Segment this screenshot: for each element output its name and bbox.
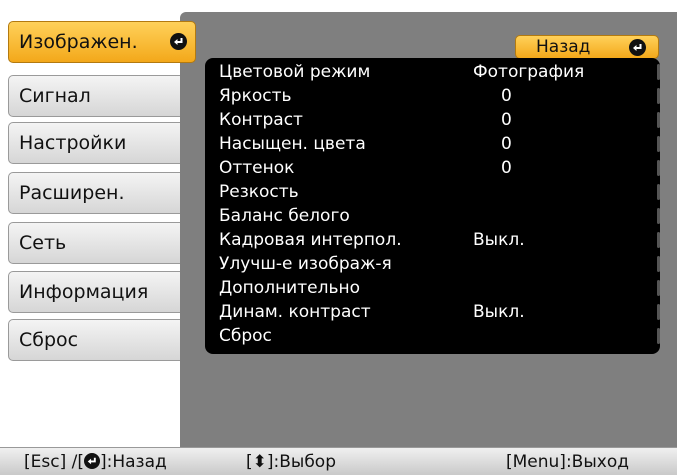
menu-item-value: Фотография: [473, 62, 585, 82]
back-hint: [Esc] /[ ]:Назад: [24, 452, 167, 472]
menu-item-dynamic-contrast[interactable]: Динам. контраст Выкл.: [205, 300, 660, 324]
menu-item-label: Улучш-е изображ-я: [219, 254, 392, 274]
menu-item-image-enhancement[interactable]: Улучш-е изображ-я: [205, 252, 660, 276]
tab-network[interactable]: Сеть: [8, 222, 194, 264]
menu-item-contrast[interactable]: Контраст 0: [205, 108, 660, 132]
menu-item-value: Выкл.: [473, 230, 525, 250]
menu-item-label: Цветовой режим: [219, 62, 371, 82]
menu-item-label: Яркость: [219, 86, 292, 106]
tab-image[interactable]: Изображен.: [8, 21, 196, 63]
menu-item-value: 0: [501, 86, 512, 106]
tab-reset-label: Сброс: [19, 329, 79, 351]
menu-item-white-balance[interactable]: Баланс белого: [205, 204, 660, 228]
menu-item-brightness[interactable]: Яркость 0: [205, 84, 660, 108]
tab-information-label: Информация: [19, 281, 149, 303]
menu-item-label: Дополнительно: [219, 278, 360, 298]
menu-item-label: Динам. контраст: [219, 302, 371, 322]
menu-item-sharpness[interactable]: Резкость: [205, 180, 660, 204]
menu-item-label: Резкость: [219, 182, 299, 202]
menu-item-tint[interactable]: Оттенок 0: [205, 156, 660, 180]
menu-item-value: Выкл.: [473, 302, 525, 322]
menu-item-saturation[interactable]: Насыщен. цвета 0: [205, 132, 660, 156]
menu-item-frame-interpolation[interactable]: Кадровая интерпол. Выкл.: [205, 228, 660, 252]
tab-image-label: Изображен.: [19, 31, 138, 53]
back-hint-suffix: ]:Назад: [99, 452, 167, 472]
tab-extended-label: Расширен.: [19, 182, 125, 204]
enter-icon: [629, 39, 646, 56]
footer-hint-bar: [Esc] /[ ]:Назад [⬍]:Выбор [Menu]:Выход: [0, 447, 677, 475]
enter-icon: [83, 453, 100, 469]
menu-item-value: 0: [501, 158, 512, 178]
menu-item-color-mode[interactable]: Цветовой режим Фотография: [205, 60, 660, 84]
back-button-label: Назад: [536, 37, 591, 57]
tab-settings[interactable]: Настройки: [8, 122, 194, 164]
menu-item-label: Кадровая интерпол.: [219, 230, 402, 250]
exit-hint: [Menu]:Выход: [506, 452, 629, 472]
menu-item-label: Насыщен. цвета: [219, 134, 366, 154]
tab-network-label: Сеть: [19, 232, 67, 254]
tab-signal[interactable]: Сигнал: [8, 75, 194, 117]
tab-signal-label: Сигнал: [19, 85, 91, 107]
menu-item-label: Оттенок: [219, 158, 295, 178]
back-button[interactable]: Назад: [515, 35, 659, 59]
tab-extended[interactable]: Расширен.: [8, 172, 194, 214]
menu-item-label: Баланс белого: [219, 206, 350, 226]
menu-item-value: 0: [501, 134, 512, 154]
tab-reset[interactable]: Сброс: [8, 319, 194, 361]
menu-item-value: 0: [501, 110, 512, 130]
menu-item-reset[interactable]: Сброс: [205, 324, 660, 348]
enter-icon: [170, 33, 187, 50]
back-hint-prefix: [Esc] /[: [24, 452, 84, 472]
menu-item-label: Контраст: [219, 110, 303, 130]
tab-settings-label: Настройки: [19, 132, 127, 154]
settings-list: Цветовой режим Фотография Яркость 0 Конт…: [205, 58, 660, 354]
menu-item-label: Сброс: [219, 326, 272, 346]
menu-item-advanced[interactable]: Дополнительно: [205, 276, 660, 300]
tab-information[interactable]: Информация: [8, 271, 194, 313]
select-hint: [⬍]:Выбор: [246, 452, 336, 472]
